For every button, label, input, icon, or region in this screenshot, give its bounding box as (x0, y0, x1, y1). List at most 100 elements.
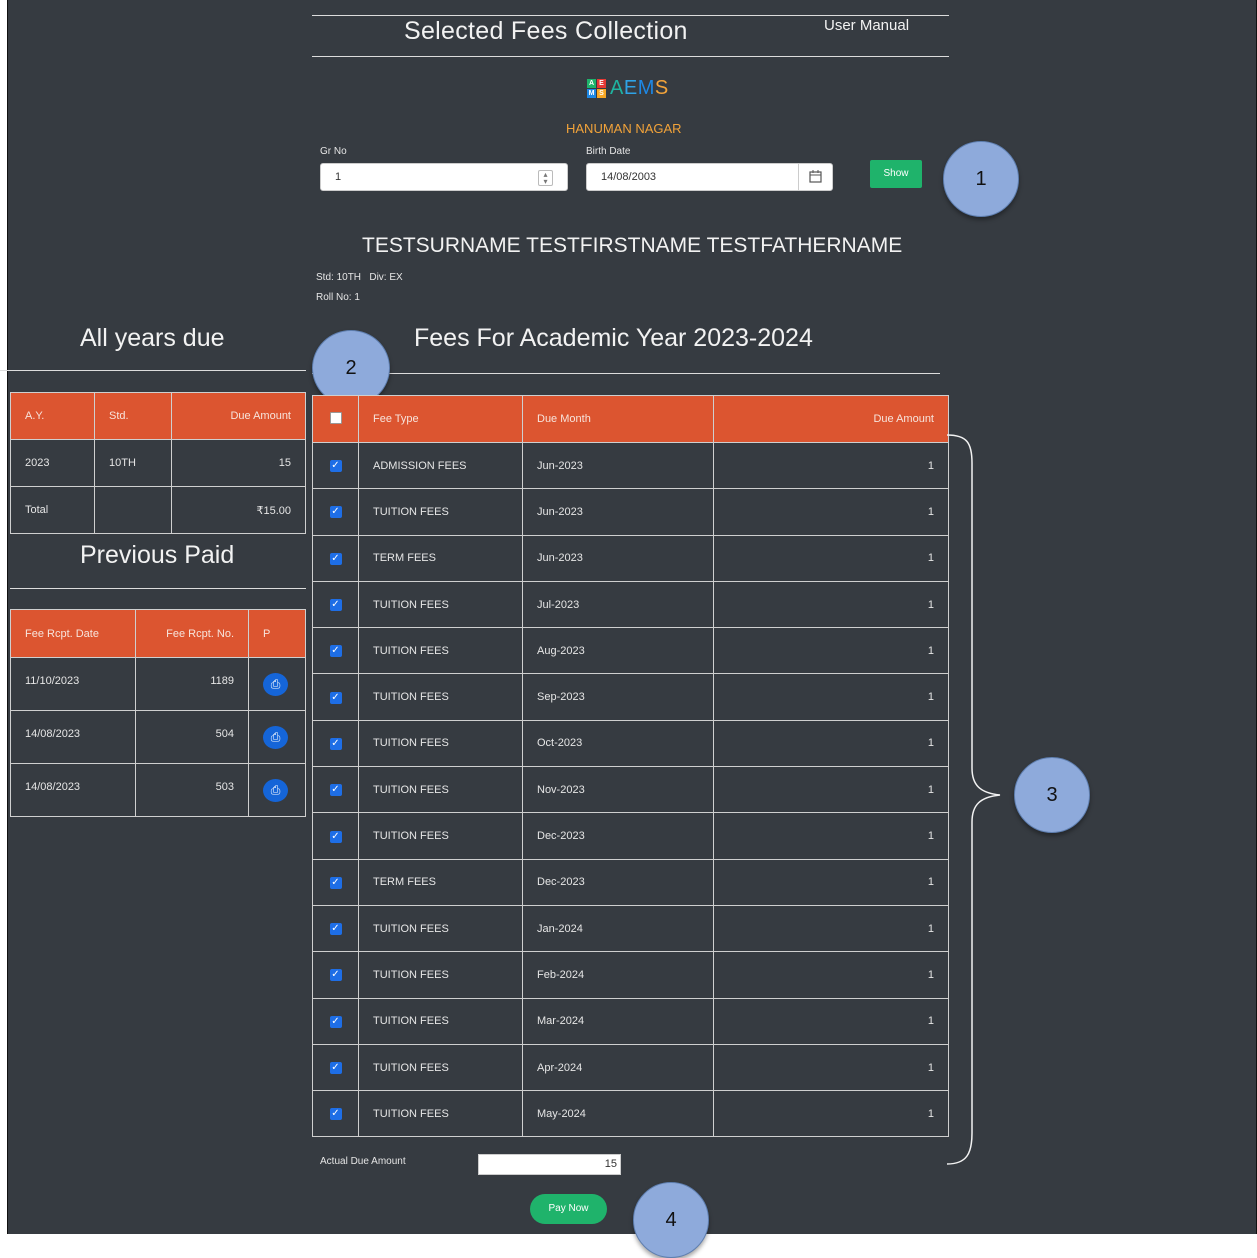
fee-row-checkbox[interactable]: ✓ (329, 1062, 342, 1074)
fee-checkbox-cell: ✓ (312, 858, 359, 906)
fee-row-checkbox[interactable]: ✓ (329, 552, 342, 565)
due-month-cell: Dec-2023 (522, 812, 714, 860)
fee-checkbox-cell: ✓ (312, 488, 359, 536)
fee-row: ✓ TUITION FEES Sep-2023 1 (312, 673, 949, 721)
all-years-due-table: A.Y. Std. Due Amount 2023 10TH 15 Total … (10, 392, 306, 534)
due-month-cell: Apr-2024 (522, 1043, 714, 1092)
fee-type-cell: TUITION FEES (358, 812, 523, 860)
fee-amount-cell: 1 (713, 1090, 949, 1138)
fee-checkbox-cell: ✓ (312, 1090, 359, 1138)
fees-rule (312, 373, 940, 374)
col-ay: A.Y. (10, 392, 95, 440)
student-name: TESTSURNAME TESTFIRSTNAME TESTFATHERNAME (362, 234, 903, 257)
fee-checkbox-cell: ✓ (312, 580, 359, 629)
fee-row: ✓ TUITION FEES Jan-2024 1 (312, 904, 949, 953)
fee-checkbox-cell: ✓ (312, 719, 359, 768)
fee-row-checkbox[interactable]: ✓ (329, 923, 342, 936)
actual-due-input[interactable]: 15 (478, 1154, 621, 1175)
table-row: 14/08/2023 503 ⎙ (10, 763, 306, 817)
fee-amount-cell: 1 (713, 580, 949, 629)
fee-type-cell: ADMISSION FEES (358, 441, 523, 490)
page-title: Selected Fees Collection (404, 17, 688, 45)
fee-checkbox-cell: ✓ (312, 441, 359, 490)
gr-no-input[interactable]: 1 ▴ ▾ (320, 163, 568, 191)
birth-date-label: Birth Date (586, 146, 631, 157)
all-years-due-rule (0, 370, 306, 371)
birth-date-input[interactable]: 14/08/2003 (586, 163, 833, 191)
fee-type-cell: TUITION FEES (358, 997, 523, 1045)
col-due-month: Due Month (522, 395, 714, 443)
logo-tile: E (597, 79, 606, 88)
fee-type-cell: TUITION FEES (358, 719, 523, 768)
fee-type-cell: TUITION FEES (358, 1090, 523, 1138)
print-icon[interactable]: ⎙ (263, 672, 288, 696)
fee-type-cell: TUITION FEES (358, 904, 523, 953)
pay-now-button[interactable]: Pay Now (530, 1194, 607, 1224)
print-cell: ⎙ (248, 710, 306, 764)
fee-row-checkbox[interactable]: ✓ (329, 876, 342, 889)
due-month-cell: Jun-2023 (522, 534, 714, 582)
calendar-icon[interactable] (798, 164, 832, 190)
total-value: ₹15.00 (171, 486, 306, 534)
fee-amount-cell: 1 (713, 904, 949, 953)
print-icon[interactable]: ⎙ (263, 725, 288, 749)
show-button[interactable]: Show (870, 160, 922, 188)
fee-row: ✓ TUITION FEES Aug-2023 1 (312, 627, 949, 675)
fee-row-checkbox[interactable]: ✓ (329, 784, 342, 797)
callout-3: 3 (1014, 757, 1090, 833)
ay-cell: 2023 (10, 439, 95, 487)
fee-row-checkbox[interactable]: ✓ (329, 830, 342, 843)
rcpt-no-cell: 1189 (135, 657, 249, 711)
due-month-cell: Dec-2023 (522, 858, 714, 906)
user-manual-link[interactable]: User Manual (824, 17, 909, 34)
fee-type-cell: TERM FEES (358, 858, 523, 906)
rcpt-date-cell: 11/10/2023 (10, 657, 136, 711)
fee-checkbox-cell: ✓ (312, 627, 359, 675)
fee-checkbox-cell: ✓ (312, 951, 359, 999)
fee-row-checkbox[interactable]: ✓ (329, 691, 342, 704)
header-bottom-rule (312, 56, 949, 57)
all-years-due-title: All years due (80, 324, 225, 352)
gr-no-value: 1 (335, 171, 342, 183)
fee-row-checkbox[interactable]: ✓ (329, 506, 342, 519)
fee-amount-cell: 1 (713, 1043, 949, 1092)
fee-amount-cell: 1 (713, 858, 949, 906)
callout-4: 4 (633, 1182, 709, 1258)
fee-row: ✓ TUITION FEES Feb-2024 1 (312, 951, 949, 999)
fee-row-checkbox[interactable]: ✓ (329, 1108, 342, 1121)
due-month-cell: Jan-2024 (522, 904, 714, 953)
rcpt-no-cell: 503 (135, 763, 249, 817)
fee-type-cell: TUITION FEES (358, 488, 523, 536)
print-cell: ⎙ (248, 657, 306, 711)
fee-row-checkbox[interactable]: ✓ (329, 460, 342, 473)
fee-row-checkbox[interactable]: ✓ (329, 737, 342, 750)
select-all-checkbox[interactable] (329, 411, 342, 424)
fees-title: Fees For Academic Year 2023-2024 (414, 324, 813, 352)
fee-row-checkbox[interactable]: ✓ (329, 969, 342, 982)
fee-amount-cell: 1 (713, 719, 949, 768)
total-label: Total (10, 486, 95, 534)
fees-table: Fee Type Due Month Due Amount ✓ ADMISSION… (312, 395, 949, 1138)
actual-due-label: Actual Due Amount (320, 1156, 406, 1167)
fee-row-checkbox[interactable]: ✓ (329, 1015, 342, 1028)
fee-row-checkbox[interactable]: ✓ (329, 645, 342, 658)
fee-row-checkbox[interactable]: ✓ (329, 599, 342, 612)
col-rcpt-no: Fee Rcpt. No. (135, 609, 249, 658)
student-std-div: Std: 10TH Div: EX (316, 272, 403, 283)
logo-text: AEMS (610, 77, 669, 99)
fee-row: ✓ TERM FEES Dec-2023 1 (312, 858, 949, 906)
student-roll-no: Roll No: 1 (316, 292, 360, 303)
col-fee-type: Fee Type (358, 395, 523, 443)
print-cell: ⎙ (248, 763, 306, 817)
total-row: Total ₹15.00 (10, 486, 306, 534)
total-empty (94, 486, 172, 534)
fee-row: ✓ TUITION FEES Dec-2023 1 (312, 812, 949, 860)
table-row: 11/10/2023 1189 ⎙ (10, 657, 306, 711)
due-month-cell: Feb-2024 (522, 951, 714, 999)
fee-type-cell: TUITION FEES (358, 1043, 523, 1092)
table-row: 2023 10TH 15 (10, 439, 306, 487)
print-icon[interactable]: ⎙ (263, 778, 288, 802)
fee-type-cell: TUITION FEES (358, 951, 523, 999)
fee-row: ✓ TUITION FEES Mar-2024 1 (312, 997, 949, 1045)
number-spinner-icon[interactable]: ▴ ▾ (538, 170, 553, 186)
